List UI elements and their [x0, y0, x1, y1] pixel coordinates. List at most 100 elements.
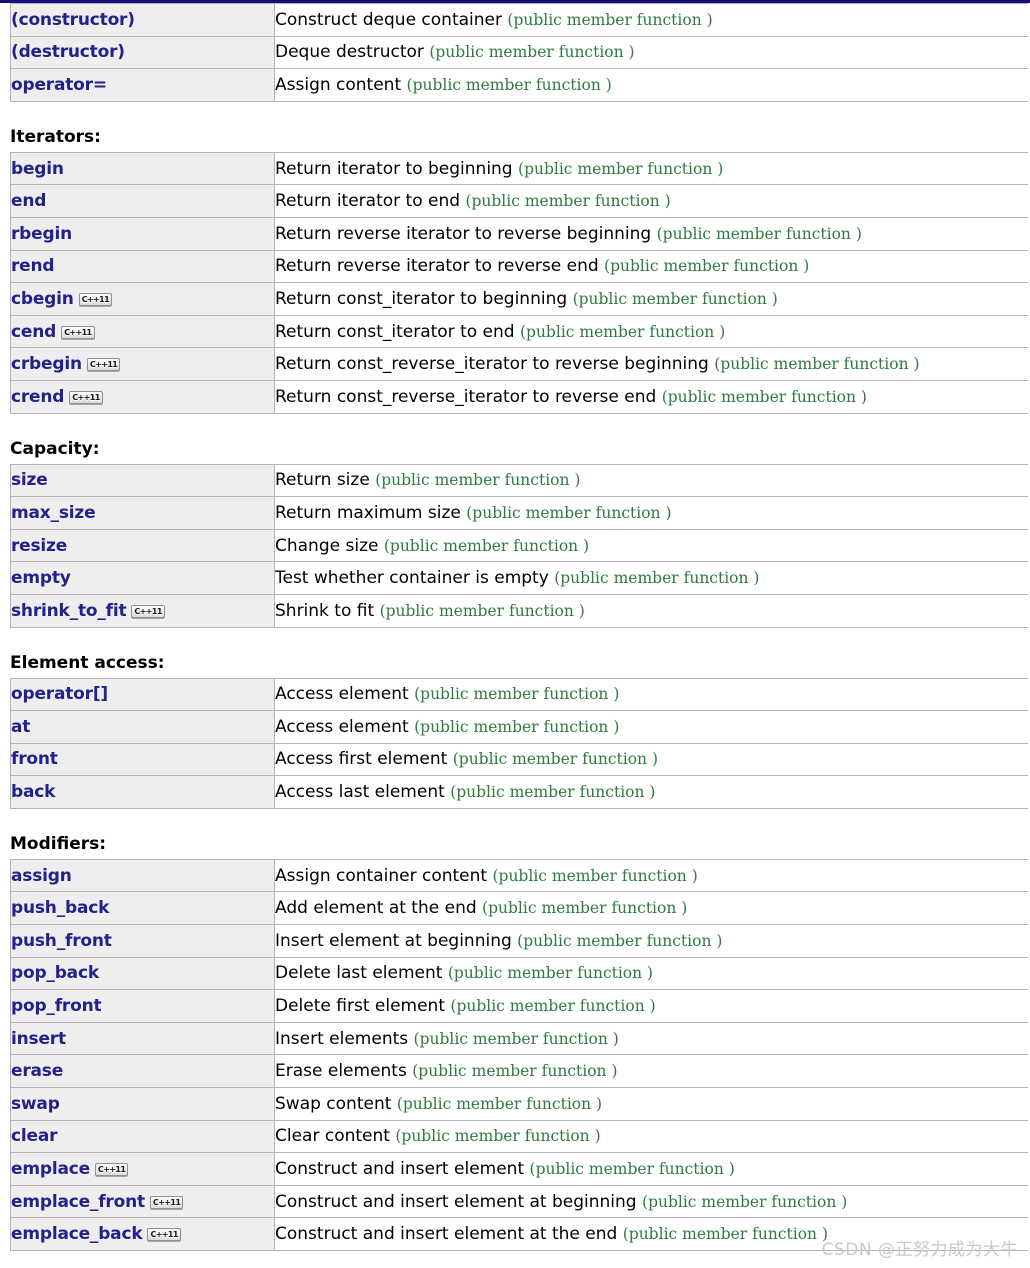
member-name-cell[interactable]: pop_front	[10, 989, 275, 1023]
member-name-cell[interactable]: (destructor)	[10, 35, 275, 70]
member-name-link[interactable]: begin	[12, 159, 65, 179]
member-name-cell[interactable]: insert	[10, 1021, 275, 1056]
member-name-link[interactable]: push_back	[12, 898, 110, 918]
member-name-link[interactable]: emplace_back	[12, 1224, 143, 1244]
section-heading: Element access:	[10, 652, 165, 673]
member-name-link[interactable]: front	[12, 749, 58, 769]
member-name-link[interactable]: pop_front	[12, 996, 102, 1016]
member-name-cell[interactable]: crbegin C++11	[10, 347, 275, 381]
member-name-cell[interactable]: emplace_front C++11	[10, 1184, 275, 1219]
table-row: (destructor) Deque destructor (public mem…	[10, 35, 1028, 70]
member-function-table: operator[] Access element (public member …	[10, 677, 1028, 809]
member-description-text: Erase elements	[275, 1061, 407, 1082]
member-name-link[interactable]: rbegin	[12, 224, 73, 244]
member-name-link[interactable]: emplace	[12, 1159, 91, 1179]
table-row: back Access last element (public member f…	[10, 775, 1028, 809]
member-name-cell[interactable]: erase	[10, 1054, 275, 1089]
member-name-cell[interactable]: resize	[10, 528, 275, 563]
member-description-cell: Clear content (public member function )	[274, 1119, 1028, 1154]
table-row: emplace C++11 Construct and insert element…	[10, 1152, 1028, 1186]
member-description-text: Access last element	[275, 782, 445, 803]
section-heading: Capacity:	[10, 438, 100, 459]
member-name-link[interactable]: crend	[12, 387, 65, 407]
member-name-cell[interactable]: begin	[10, 151, 275, 186]
member-name-cell[interactable]: swap	[10, 1087, 275, 1121]
member-name-cell[interactable]: operator=	[10, 68, 275, 102]
member-name-link[interactable]: end	[12, 191, 47, 211]
table-row: shrink_to_fit C++11 Shrink to fit (public …	[10, 593, 1028, 628]
member-name-cell[interactable]: cend C++11	[10, 314, 275, 349]
table-row: erase Erase elements (public member funct…	[10, 1054, 1028, 1089]
member-name-cell[interactable]: end	[10, 184, 275, 218]
table-row: cend C++11 Return const_iterator to end (p…	[10, 314, 1028, 349]
member-name-link[interactable]: pop_back	[12, 963, 100, 983]
member-description-text: Return reverse iterator to reverse end	[275, 256, 599, 277]
member-name-cell[interactable]: push_back	[10, 891, 275, 926]
member-name-link[interactable]: empty	[12, 568, 71, 588]
member-name-link[interactable]: back	[12, 782, 56, 802]
table-row: rbegin Return reverse iterator to reverse…	[10, 216, 1028, 251]
member-description-text: Construct and insert element	[275, 1159, 525, 1180]
member-name-cell[interactable]: assign	[10, 858, 275, 893]
member-description-text: Assign container content	[275, 865, 488, 886]
member-description-cell: Change size (public member function )	[274, 528, 1028, 563]
cpp11-badge: C++11	[69, 390, 103, 404]
member-name-link[interactable]: max_size	[12, 503, 96, 523]
member-name-link[interactable]: shrink_to_fit	[12, 601, 127, 621]
member-name-link[interactable]: cend	[12, 322, 57, 342]
cpp11-badge: C++11	[149, 1195, 184, 1209]
member-name-cell[interactable]: crend C++11	[10, 379, 275, 414]
member-name-link[interactable]: size	[12, 470, 48, 490]
table-row: push_back Add element at the end (public …	[10, 891, 1028, 926]
member-name-cell[interactable]: back	[10, 775, 275, 809]
member-kind-text: (public member function )	[379, 601, 585, 620]
member-name-link[interactable]: (constructor)	[12, 10, 135, 30]
member-name-link[interactable]: clear	[12, 1126, 58, 1146]
member-name-link[interactable]: assign	[12, 866, 72, 886]
section-heading: Iterators:	[10, 126, 101, 147]
member-name-link[interactable]: resize	[12, 536, 68, 556]
member-description-cell: Swap content (public member function )	[274, 1087, 1028, 1121]
table-row: assign Assign container content (public m…	[10, 858, 1028, 893]
member-name-link[interactable]: insert	[12, 1029, 67, 1049]
member-name-link[interactable]: swap	[12, 1094, 60, 1114]
member-name-cell[interactable]: pop_back	[10, 956, 275, 991]
member-description-text: Return const_iterator to beginning	[275, 288, 568, 309]
member-name-cell[interactable]: clear	[10, 1119, 275, 1154]
member-name-link[interactable]: at	[12, 717, 31, 737]
member-name-cell[interactable]: shrink_to_fit C++11	[10, 593, 275, 628]
member-name-cell[interactable]: push_front	[10, 924, 275, 958]
member-name-cell[interactable]: rend	[10, 249, 275, 284]
member-name-cell[interactable]: max_size	[10, 496, 275, 530]
member-name-link[interactable]: push_front	[12, 931, 112, 951]
member-description-cell: Return maximum size (public member funct…	[274, 496, 1028, 530]
member-description-text: Deque destructor	[275, 42, 424, 63]
member-name-link[interactable]: emplace_front	[12, 1192, 146, 1212]
member-description-text: Construct deque container	[275, 9, 502, 30]
member-name-cell[interactable]: (constructor)	[10, 3, 275, 37]
member-name-cell[interactable]: front	[10, 742, 275, 777]
member-name-cell[interactable]: operator[]	[10, 677, 275, 712]
member-kind-text: (public member function )	[622, 1225, 828, 1244]
member-name-cell[interactable]: at	[10, 710, 275, 744]
member-kind-text: (public member function )	[572, 289, 778, 308]
member-name-cell[interactable]: empty	[10, 561, 275, 595]
member-description-cell: Return const_reverse_iterator to reverse…	[274, 379, 1028, 414]
member-name-link[interactable]: (destructor)	[12, 42, 126, 62]
member-description-cell: Insert element at beginning (public memb…	[274, 924, 1028, 958]
member-description-text: Insert elements	[275, 1028, 409, 1049]
member-name-cell[interactable]: size	[10, 463, 275, 498]
member-name-link[interactable]: operator=	[12, 75, 108, 95]
member-name-link[interactable]: cbegin	[12, 289, 74, 309]
member-name-cell[interactable]: cbegin C++11	[10, 282, 275, 316]
member-description-text: Change size	[275, 535, 379, 556]
member-name-link[interactable]: erase	[12, 1061, 64, 1081]
member-name-link[interactable]: operator[]	[12, 684, 109, 704]
member-name-link[interactable]: crbegin	[12, 354, 83, 374]
table-row: pop_back Delete last element (public memb…	[10, 956, 1028, 991]
member-name-cell[interactable]: emplace_back C++11	[10, 1217, 275, 1251]
member-name-cell[interactable]: emplace C++11	[10, 1152, 275, 1186]
member-name-cell[interactable]: rbegin	[10, 216, 275, 251]
member-name-link[interactable]: rend	[12, 256, 55, 276]
member-description-text: Assign content	[275, 74, 402, 95]
